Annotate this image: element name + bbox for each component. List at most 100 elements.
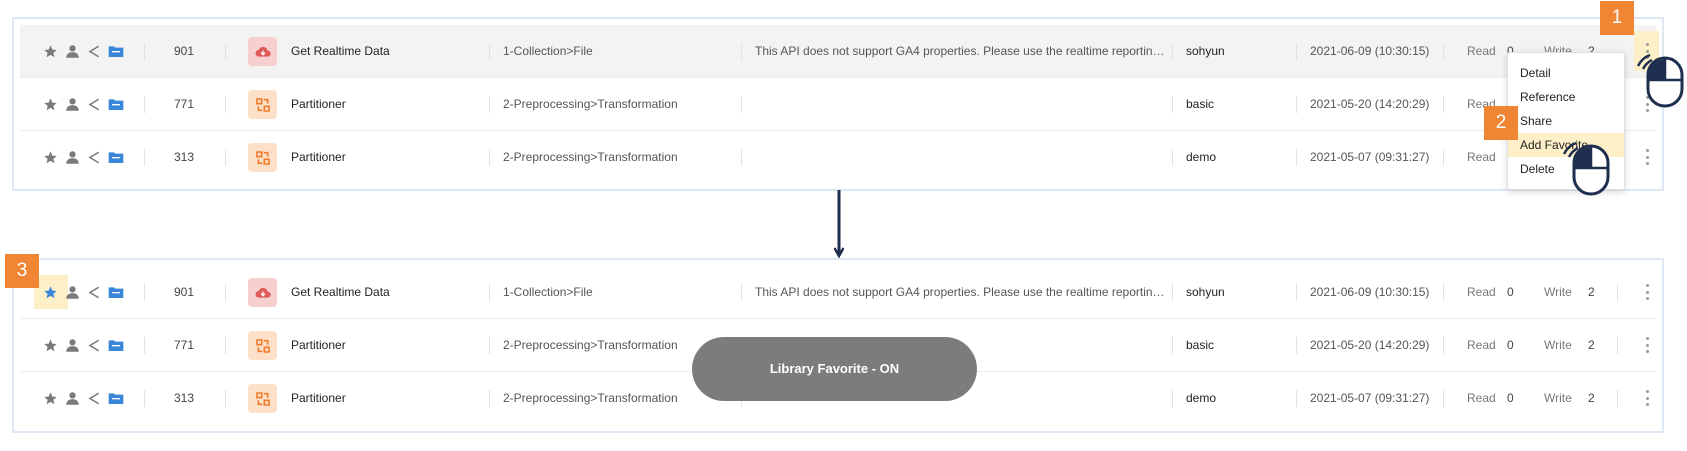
table-row[interactable]: 771 Partitioner 2-Preprocessing>Transfor… xyxy=(20,78,1656,131)
share-icon[interactable] xyxy=(86,337,102,353)
owner-name: demo xyxy=(1186,150,1217,164)
module-path: 2-Preprocessing>Transformation xyxy=(503,338,678,352)
share-icon[interactable] xyxy=(86,149,102,165)
module-description xyxy=(755,78,1167,130)
row-action-icons xyxy=(42,78,130,130)
folder-icon[interactable] xyxy=(108,43,124,59)
menu-item-detail[interactable]: Detail xyxy=(1508,61,1624,85)
owner-name: basic xyxy=(1186,97,1215,111)
read-label: Read xyxy=(1467,285,1496,299)
owner-name: basic xyxy=(1186,338,1215,352)
library-id: 313 xyxy=(173,391,195,405)
mouse-icon xyxy=(1636,53,1684,108)
write-count: 2 xyxy=(1588,391,1595,405)
person-icon[interactable] xyxy=(64,390,80,406)
row-action-icons xyxy=(42,266,130,318)
library-id: 771 xyxy=(173,338,195,352)
star-icon[interactable] xyxy=(42,149,58,165)
modified-date: 2021-06-09 (10:30:15) xyxy=(1310,285,1430,299)
table-row[interactable]: 901 Get Realtime Data 1-Collection>File … xyxy=(20,25,1659,78)
share-icon[interactable] xyxy=(86,43,102,59)
module-name: Partitioner xyxy=(291,338,346,352)
kebab-menu-icon[interactable] xyxy=(1643,149,1651,165)
person-icon[interactable] xyxy=(64,96,80,112)
module-path: 2-Preprocessing>Transformation xyxy=(503,97,678,111)
row-action-icons xyxy=(42,131,130,183)
arrow-down-icon xyxy=(834,190,844,259)
owner-name: sohyun xyxy=(1186,285,1225,299)
owner-name: demo xyxy=(1186,391,1217,405)
row-action-icons xyxy=(42,372,130,424)
person-icon[interactable] xyxy=(64,43,80,59)
folder-icon[interactable] xyxy=(108,149,124,165)
step-badge-2: 2 xyxy=(1484,106,1518,140)
share-icon[interactable] xyxy=(86,390,102,406)
read-label: Read xyxy=(1467,391,1496,405)
write-count: 2 xyxy=(1588,285,1595,299)
star-icon[interactable] xyxy=(42,390,58,406)
library-list-before: 901 Get Realtime Data 1-Collection>File … xyxy=(12,17,1664,191)
star-icon[interactable] xyxy=(42,284,58,300)
module-path: 2-Preprocessing>Transformation xyxy=(503,391,678,405)
partition-icon xyxy=(248,384,277,413)
modified-date: 2021-05-20 (14:20:29) xyxy=(1310,338,1430,352)
folder-icon[interactable] xyxy=(108,390,124,406)
write-label: Write xyxy=(1544,285,1572,299)
partition-icon xyxy=(248,143,277,172)
folder-icon[interactable] xyxy=(108,284,124,300)
kebab-menu-icon[interactable] xyxy=(1643,390,1651,406)
cloud-download-icon xyxy=(248,278,277,307)
read-count: 0 xyxy=(1507,391,1514,405)
kebab-menu-icon[interactable] xyxy=(1643,284,1651,300)
module-name: Get Realtime Data xyxy=(291,285,390,299)
folder-icon[interactable] xyxy=(108,96,124,112)
library-id: 901 xyxy=(173,44,195,58)
person-icon[interactable] xyxy=(64,149,80,165)
modified-date: 2021-05-07 (09:31:27) xyxy=(1310,391,1430,405)
write-label: Write xyxy=(1544,391,1572,405)
module-path: 1-Collection>File xyxy=(503,285,593,299)
library-id: 901 xyxy=(173,285,195,299)
module-name: Get Realtime Data xyxy=(291,44,390,58)
module-description: This API does not support GA4 properties… xyxy=(755,44,1167,58)
folder-icon[interactable] xyxy=(108,337,124,353)
step-badge-1: 1 xyxy=(1600,1,1634,35)
person-icon[interactable] xyxy=(64,284,80,300)
write-count: 2 xyxy=(1588,338,1595,352)
table-row[interactable]: 313 Partitioner 2-Preprocessing>Transfor… xyxy=(20,131,1656,184)
mouse-icon xyxy=(1562,141,1610,196)
star-icon[interactable] xyxy=(42,337,58,353)
module-name: Partitioner xyxy=(291,150,346,164)
share-icon[interactable] xyxy=(86,96,102,112)
person-icon[interactable] xyxy=(64,337,80,353)
read-count: 0 xyxy=(1507,285,1514,299)
module-name: Partitioner xyxy=(291,391,346,405)
write-label: Write xyxy=(1544,338,1572,352)
modified-date: 2021-06-09 (10:30:15) xyxy=(1310,44,1430,58)
library-id: 771 xyxy=(173,97,195,111)
toast-notification: Library Favorite - ON xyxy=(692,337,977,401)
read-label: Read xyxy=(1467,338,1496,352)
kebab-menu-icon[interactable] xyxy=(1643,337,1651,353)
module-path: 1-Collection>File xyxy=(503,44,593,58)
menu-item-share[interactable]: Share xyxy=(1508,109,1624,133)
library-id: 313 xyxy=(173,150,195,164)
partition-icon xyxy=(248,331,277,360)
read-label: Read xyxy=(1467,44,1496,58)
star-icon[interactable] xyxy=(42,96,58,112)
partition-icon xyxy=(248,90,277,119)
row-action-icons xyxy=(42,25,130,77)
step-badge-3: 3 xyxy=(5,254,39,288)
module-description xyxy=(755,131,1167,183)
modified-date: 2021-05-20 (14:20:29) xyxy=(1310,97,1430,111)
module-path: 2-Preprocessing>Transformation xyxy=(503,150,678,164)
module-name: Partitioner xyxy=(291,97,346,111)
share-icon[interactable] xyxy=(86,284,102,300)
menu-item-reference[interactable]: Reference xyxy=(1508,85,1624,109)
read-count: 0 xyxy=(1507,338,1514,352)
star-icon[interactable] xyxy=(42,43,58,59)
module-description: This API does not support GA4 properties… xyxy=(755,285,1167,299)
owner-name: sohyun xyxy=(1186,44,1225,58)
table-row[interactable]: 901 Get Realtime Data 1-Collection>File … xyxy=(20,266,1656,319)
modified-date: 2021-05-07 (09:31:27) xyxy=(1310,150,1430,164)
